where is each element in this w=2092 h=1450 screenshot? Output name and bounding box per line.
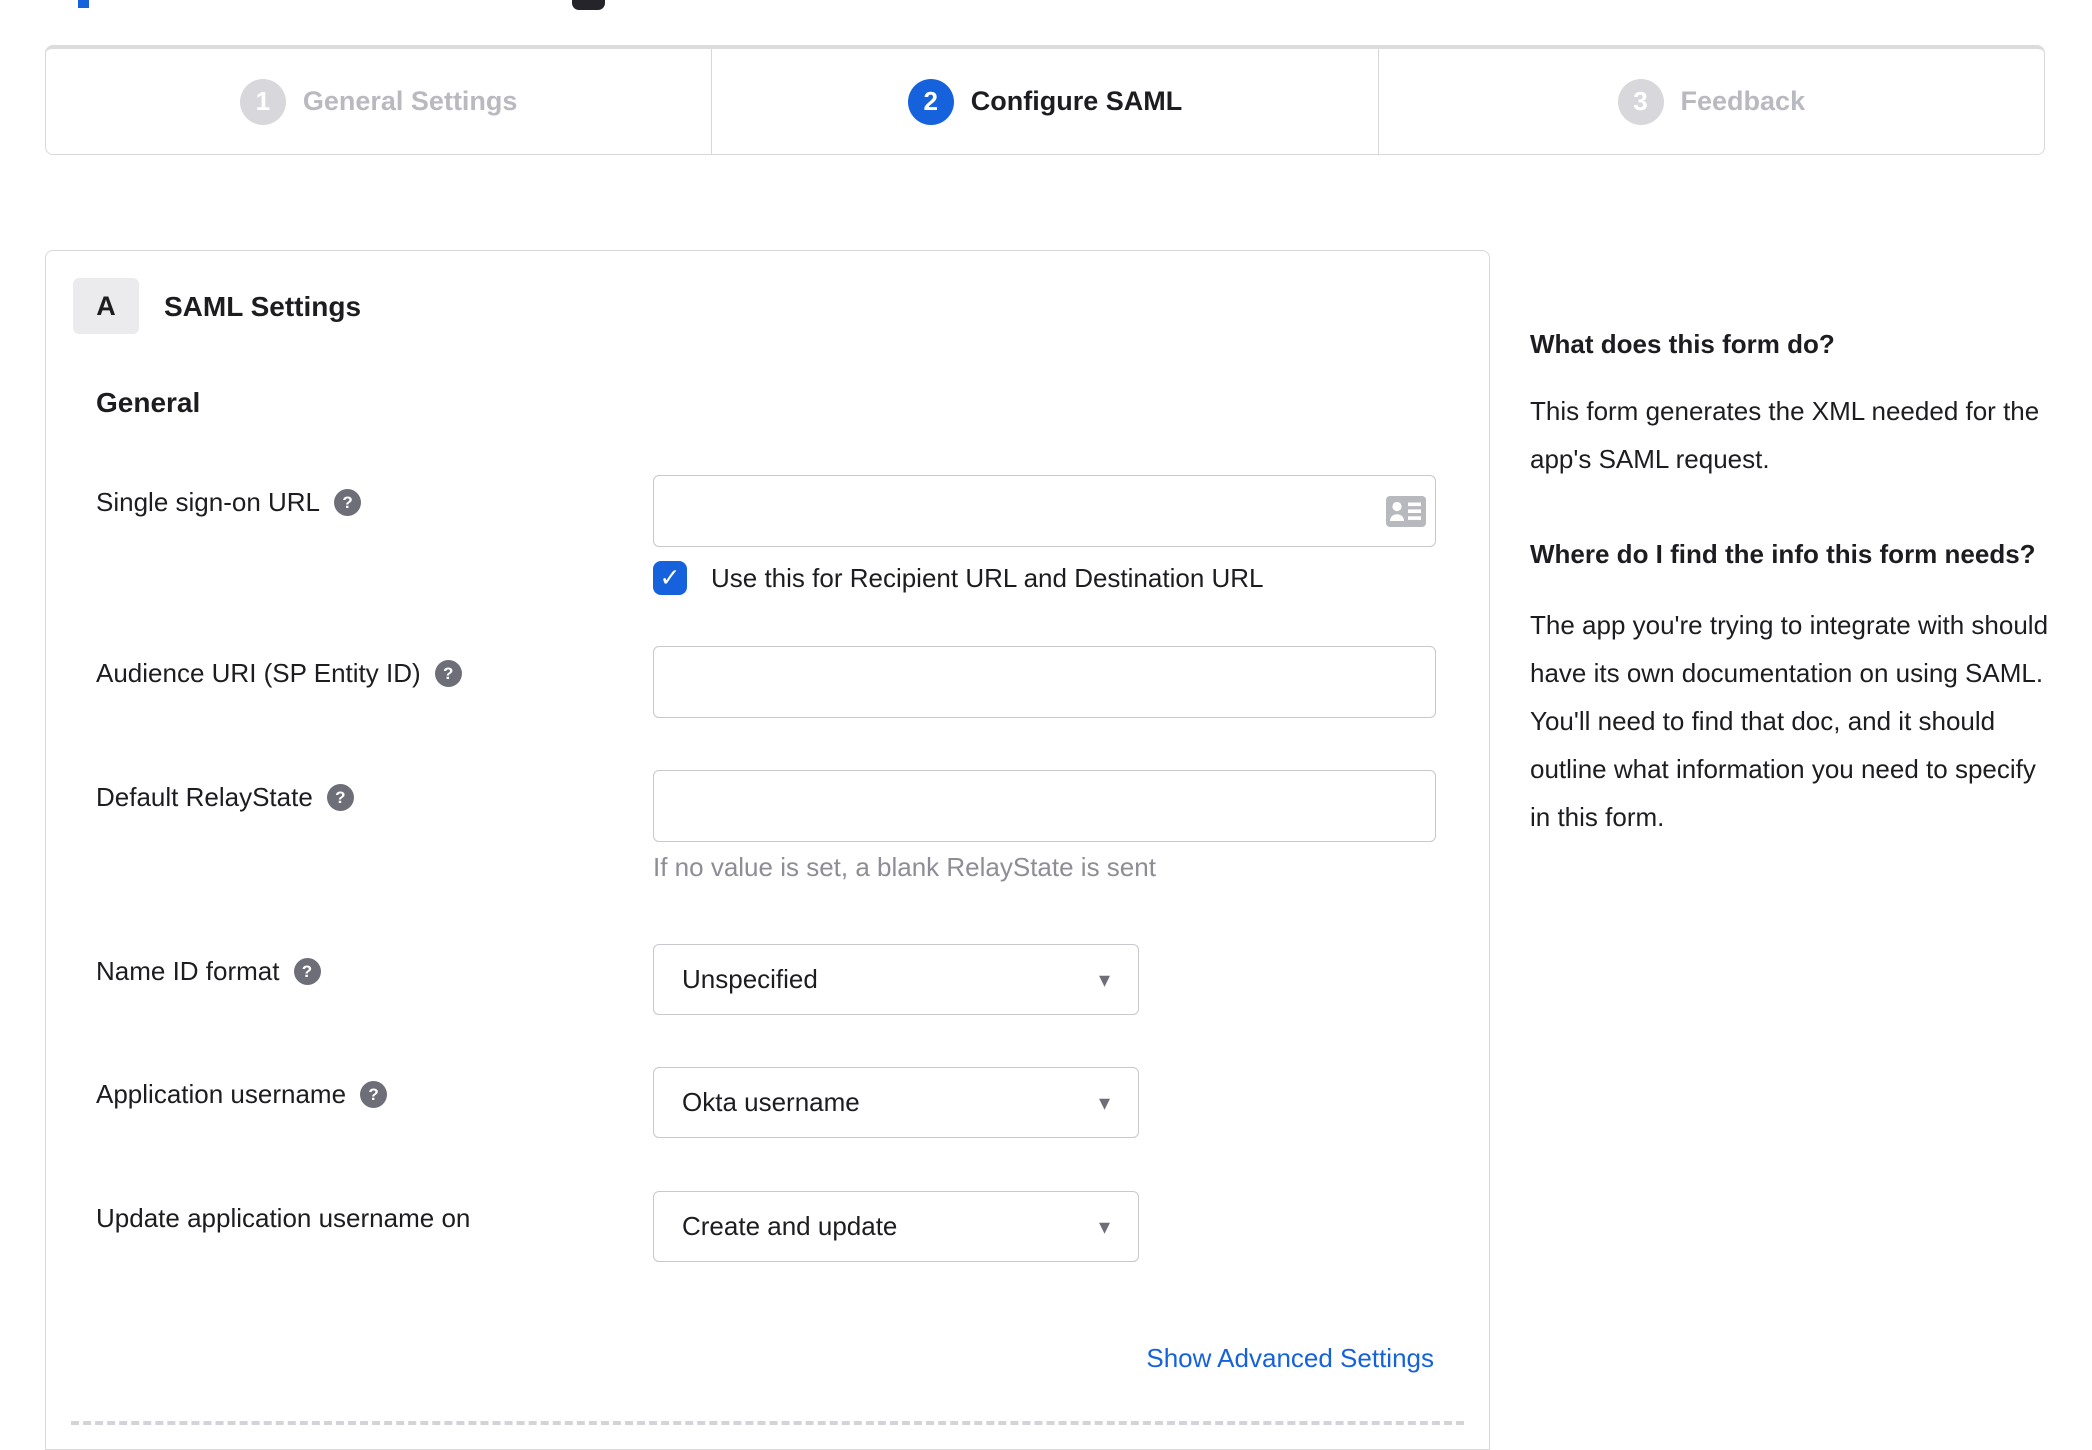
step-3-label: Feedback — [1680, 86, 1806, 116]
group-heading-general: General — [96, 387, 201, 418]
update-application-username-select[interactable]: Create and update ▾ — [653, 1191, 1139, 1262]
help-icon[interactable]: ? — [360, 1081, 388, 1108]
label-text: Name ID format — [96, 956, 280, 986]
label-default-relaystate: Default RelayState ? — [96, 782, 354, 813]
section-badge: A — [73, 278, 139, 334]
select-value: Okta username — [682, 1087, 860, 1117]
label-application-username: Application username ? — [96, 1079, 388, 1110]
label-text: Default RelayState — [96, 782, 313, 812]
recipient-url-checkbox-label[interactable]: Use this for Recipient URL and Destinati… — [711, 561, 1264, 595]
saml-settings-card: A SAML Settings General Single sign-on U… — [45, 250, 1490, 1450]
step-2-number: 2 — [907, 78, 954, 125]
single-sign-on-url-input[interactable] — [653, 475, 1436, 547]
label-text: Application username — [96, 1079, 347, 1109]
label-text: Audience URI (SP Entity ID) — [96, 658, 421, 688]
checkmark-icon: ✓ — [659, 564, 681, 592]
help-icon[interactable]: ? — [334, 489, 362, 516]
step-1-label: General Settings — [302, 86, 518, 116]
sidebar-paragraph-what: This form generates the XML needed for t… — [1530, 396, 2040, 474]
step-configure-saml[interactable]: 2 Configure SAML — [711, 49, 1377, 154]
sidebar-heading-where: Where do I find the info this form needs… — [1530, 539, 2036, 569]
step-3-number: 3 — [1617, 78, 1664, 125]
chevron-down-icon: ▾ — [1098, 966, 1110, 992]
wizard-stepper: 1 General Settings 2 Configure SAML 3 Fe… — [45, 45, 2045, 155]
cutoff-dark-icon — [572, 0, 605, 10]
step-1-number: 1 — [239, 78, 286, 125]
recipient-url-checkbox[interactable]: ✓ — [653, 561, 687, 595]
chevron-down-icon: ▾ — [1098, 1089, 1110, 1115]
help-icon[interactable]: ? — [434, 660, 462, 687]
sidebar-paragraph-where: The app you're trying to integrate with … — [1530, 610, 2049, 832]
chevron-down-icon: ▾ — [1098, 1213, 1110, 1239]
help-sidebar: What does this form do? This form genera… — [1530, 325, 2050, 841]
contact-card-icon — [1386, 496, 1426, 527]
default-relaystate-input[interactable] — [653, 770, 1436, 842]
help-icon[interactable]: ? — [326, 784, 354, 811]
application-username-select[interactable]: Okta username ▾ — [653, 1067, 1139, 1138]
label-audience-uri: Audience URI (SP Entity ID) ? — [96, 658, 462, 689]
sidebar-heading-what: What does this form do? — [1530, 329, 1835, 359]
label-text: Update application username on — [96, 1203, 471, 1233]
select-value: Unspecified — [682, 964, 818, 994]
step-2-label: Configure SAML — [970, 86, 1183, 116]
help-icon[interactable]: ? — [293, 958, 321, 985]
label-update-application-username: Update application username on — [96, 1203, 470, 1234]
show-advanced-settings-link[interactable]: Show Advanced Settings — [1146, 1343, 1434, 1374]
label-text: Single sign-on URL — [96, 487, 321, 517]
name-id-format-select[interactable]: Unspecified ▾ — [653, 944, 1139, 1015]
audience-uri-input[interactable] — [653, 646, 1436, 718]
section-divider — [71, 1421, 1464, 1425]
label-name-id-format: Name ID format ? — [96, 956, 321, 987]
select-value: Create and update — [682, 1211, 898, 1241]
step-feedback[interactable]: 3 Feedback — [1377, 49, 2044, 154]
section-title: SAML Settings — [164, 291, 362, 322]
step-general-settings[interactable]: 1 General Settings — [46, 49, 711, 154]
relaystate-hint: If no value is set, a blank RelayState i… — [653, 852, 1156, 882]
label-single-sign-on-url: Single sign-on URL ? — [96, 487, 362, 518]
cutoff-blue-element — [78, 0, 89, 8]
